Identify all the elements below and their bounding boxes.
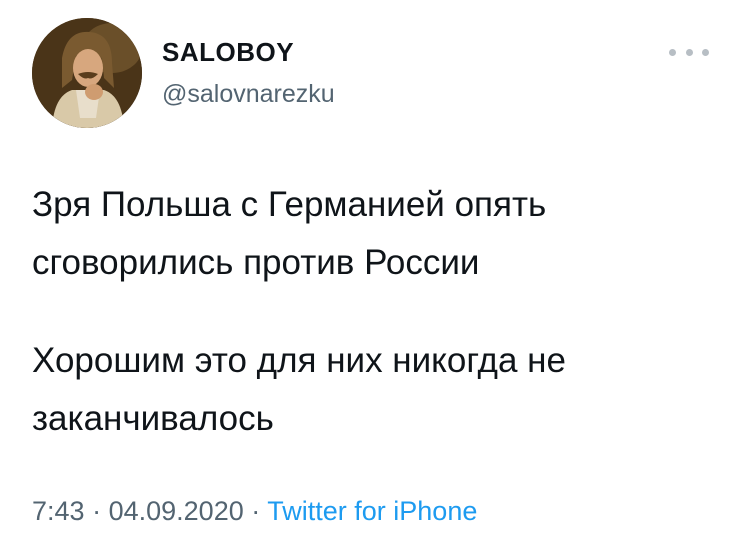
tweet-source-link[interactable]: Twitter for iPhone	[267, 496, 477, 526]
tweet-date[interactable]: 04.09.2020	[109, 496, 244, 526]
display-name[interactable]: SALOBOY	[162, 37, 294, 68]
more-options-icon[interactable]	[669, 40, 709, 64]
user-handle[interactable]: @salovnarezku	[162, 80, 335, 109]
avatar[interactable]	[32, 18, 142, 128]
tweet-text-paragraph: Хорошим это для них никогда не заканчива…	[32, 341, 566, 438]
tweet-text-paragraph: Зря Польша с Германией опять сговорились…	[32, 185, 547, 282]
more-dot	[685, 48, 693, 56]
tweet-meta: 7:43 · 04.09.2020 · Twitter for iPhone	[32, 496, 477, 527]
tweet-time[interactable]: 7:43	[32, 496, 85, 526]
more-dot	[669, 48, 676, 56]
tweet-card: SALOBOY @salovnarezku Зря Польша с Герма…	[0, 0, 729, 548]
meta-separator: ·	[92, 496, 102, 526]
more-dot	[702, 48, 709, 56]
meta-separator: ·	[251, 496, 261, 526]
profile-photo-icon	[32, 18, 142, 128]
